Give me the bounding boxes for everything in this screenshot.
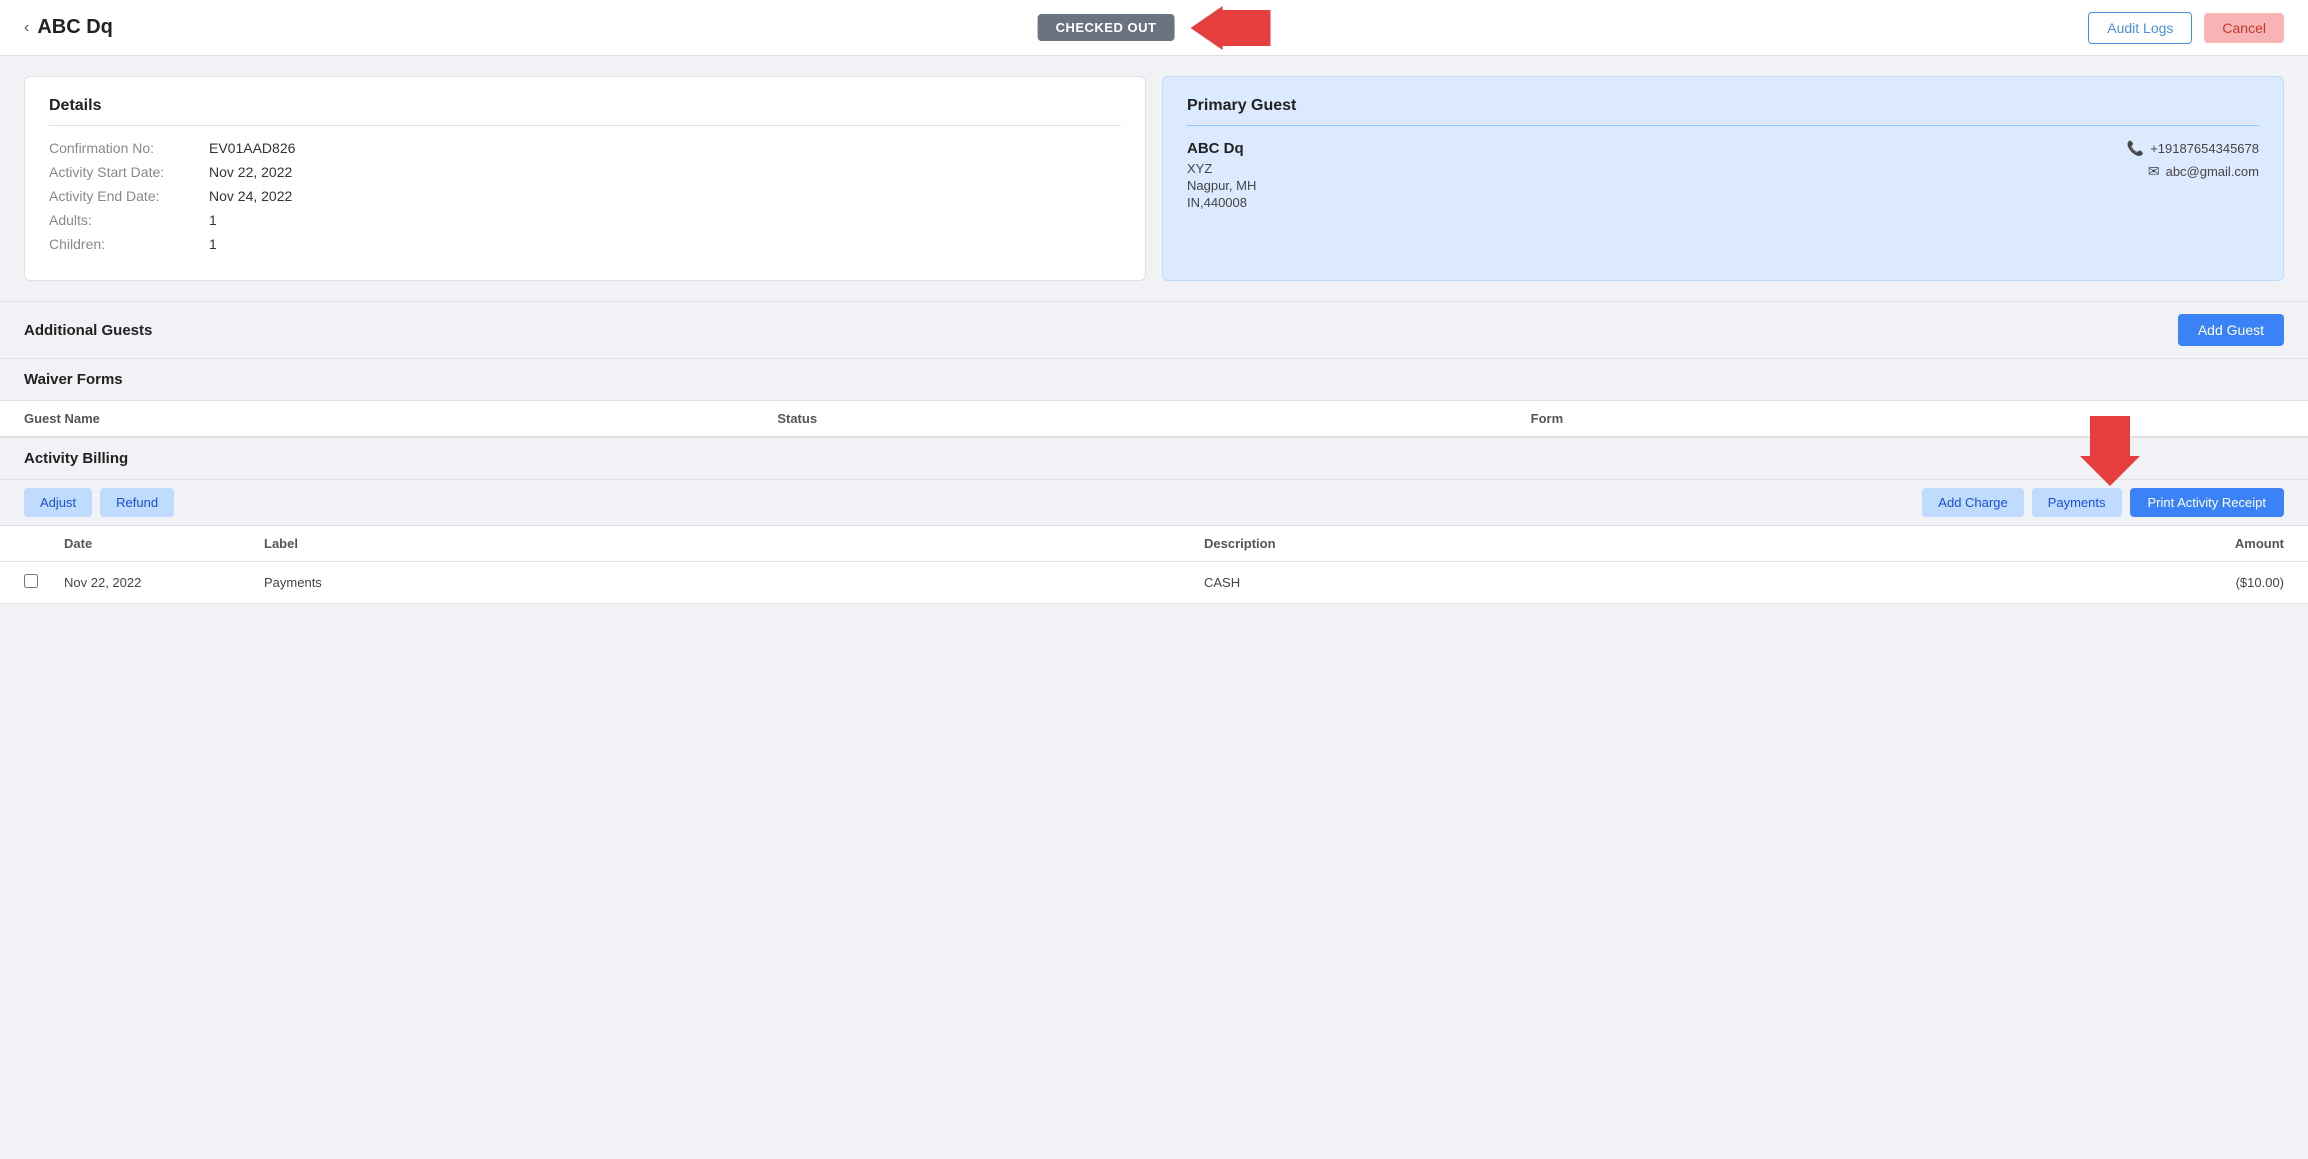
print-receipt-button[interactable]: Print Activity Receipt: [2130, 488, 2285, 517]
header-left: ‹ ABC Dq: [24, 16, 113, 39]
payments-button[interactable]: Payments: [2032, 488, 2122, 517]
header-center: CHECKED OUT: [1038, 6, 1271, 50]
confirmation-label: Confirmation No:: [49, 140, 209, 156]
arrow-indicator: [1190, 6, 1270, 50]
detail-row: Children: 1: [49, 236, 1121, 252]
status-badge: CHECKED OUT: [1038, 14, 1175, 41]
additional-guests-title: Additional Guests: [24, 322, 152, 339]
waiver-forms-title: Waiver Forms: [24, 371, 123, 388]
row-amount: ($10.00): [2144, 575, 2284, 590]
detail-row: Adults: 1: [49, 212, 1121, 228]
guest-company: XYZ: [1187, 161, 1256, 176]
guest-city: Nagpur, MH: [1187, 178, 1256, 193]
guest-info-left: ABC Dq XYZ Nagpur, MH IN,440008: [1187, 140, 1256, 212]
activity-billing-section-header: Activity Billing: [0, 437, 2308, 479]
billing-left-buttons: Adjust Refund: [24, 488, 174, 517]
guest-name: ABC Dq: [1187, 140, 1256, 157]
waiver-forms-section: Waiver Forms: [0, 358, 2308, 400]
details-card: Details Confirmation No: EV01AAD826 Acti…: [24, 76, 1146, 281]
guest-info-row: ABC Dq XYZ Nagpur, MH IN,440008 📞 +19187…: [1187, 140, 2259, 212]
row-checkbox[interactable]: [24, 574, 38, 588]
add-charge-button[interactable]: Add Charge: [1922, 488, 2023, 517]
billing-col-label: Label: [264, 536, 1204, 551]
primary-guest-card: Primary Guest ABC Dq XYZ Nagpur, MH IN,4…: [1162, 76, 2284, 281]
email-icon: ✉: [2148, 163, 2160, 180]
children-value: 1: [209, 236, 217, 252]
top-cards-row: Details Confirmation No: EV01AAD826 Acti…: [24, 76, 2284, 281]
details-title: Details: [49, 97, 1121, 126]
confirmation-value: EV01AAD826: [209, 140, 295, 156]
billing-col-date: Date: [64, 536, 264, 551]
detail-row: Activity Start Date: Nov 22, 2022: [49, 164, 1121, 180]
end-date-value: Nov 24, 2022: [209, 188, 292, 204]
page-header: ‹ ABC Dq CHECKED OUT Audit Logs Cancel: [0, 0, 2308, 56]
header-right: Audit Logs Cancel: [2088, 12, 2284, 44]
refund-button[interactable]: Refund: [100, 488, 174, 517]
start-date-value: Nov 22, 2022: [209, 164, 292, 180]
primary-guest-title: Primary Guest: [1187, 97, 2259, 126]
billing-table-row: Nov 22, 2022 Payments CASH ($10.00): [0, 562, 2308, 604]
row-description: CASH: [1204, 575, 2144, 590]
waiver-col-guest-name: Guest Name: [24, 411, 777, 426]
billing-col-check: [24, 536, 64, 551]
billing-right-buttons: Add Charge Payments Print Activity Recei…: [1922, 488, 2284, 517]
row-label: Payments: [264, 575, 1204, 590]
details-fields: Confirmation No: EV01AAD826 Activity Sta…: [49, 140, 1121, 252]
billing-buttons-row: Adjust Refund Add Charge Payments Print …: [0, 479, 2308, 525]
activity-billing-title: Activity Billing: [24, 450, 128, 467]
guest-info-right: 📞 +19187654345678 ✉ abc@gmail.com: [2127, 140, 2259, 212]
audit-logs-button[interactable]: Audit Logs: [2088, 12, 2192, 44]
cancel-button[interactable]: Cancel: [2204, 13, 2284, 43]
additional-guests-section: Additional Guests Add Guest: [0, 301, 2308, 358]
guest-phone: 📞 +19187654345678: [2127, 140, 2259, 157]
phone-icon: 📞: [2127, 140, 2144, 157]
guest-email-value: abc@gmail.com: [2166, 164, 2259, 179]
end-date-label: Activity End Date:: [49, 188, 209, 204]
guest-country: IN,440008: [1187, 195, 1256, 210]
page-title: ABC Dq: [37, 16, 113, 39]
waiver-col-status: Status: [777, 411, 1530, 426]
billing-col-amount: Amount: [2144, 536, 2284, 551]
waiver-col-form: Form: [1531, 411, 2284, 426]
children-label: Children:: [49, 236, 209, 252]
detail-row: Activity End Date: Nov 24, 2022: [49, 188, 1121, 204]
back-button[interactable]: ‹: [24, 19, 29, 37]
billing-table-header: Date Label Description Amount: [0, 525, 2308, 562]
adults-label: Adults:: [49, 212, 209, 228]
adjust-button[interactable]: Adjust: [24, 488, 92, 517]
billing-col-description: Description: [1204, 536, 2144, 551]
main-content: Details Confirmation No: EV01AAD826 Acti…: [0, 56, 2308, 624]
adults-value: 1: [209, 212, 217, 228]
detail-row: Confirmation No: EV01AAD826: [49, 140, 1121, 156]
start-date-label: Activity Start Date:: [49, 164, 209, 180]
waiver-table-header: Guest Name Status Form: [0, 400, 2308, 437]
add-guest-button[interactable]: Add Guest: [2178, 314, 2284, 346]
guest-phone-value: +19187654345678: [2150, 141, 2259, 156]
row-date: Nov 22, 2022: [64, 575, 264, 590]
guest-email: ✉ abc@gmail.com: [2148, 163, 2259, 180]
row-checkbox-cell[interactable]: [24, 574, 64, 591]
